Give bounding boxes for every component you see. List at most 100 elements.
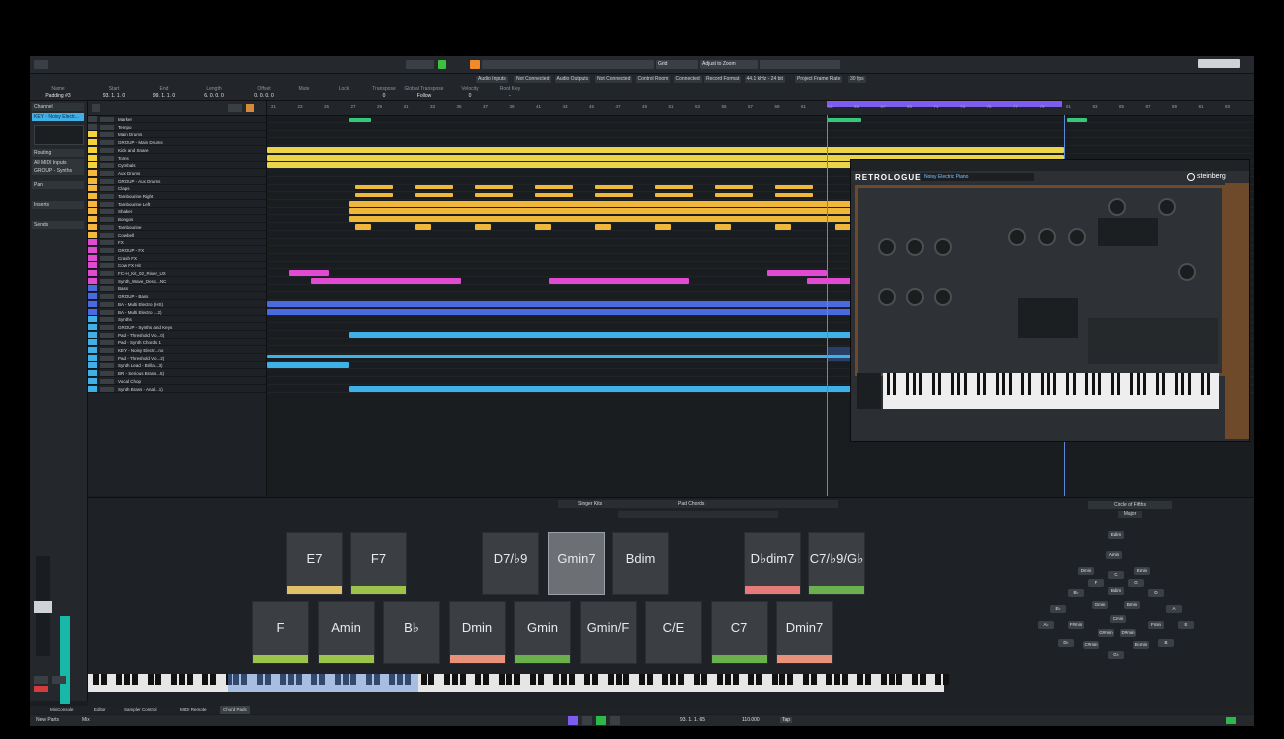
track-header[interactable]: Pad - Threshold Vo...0) [88,331,266,339]
event[interactable] [355,193,393,197]
io-status-button[interactable]: Audio Outputs [554,76,591,83]
track-header[interactable]: Pad - Threshold Vo...2) [88,354,266,362]
black-key[interactable] [623,674,630,685]
black-key[interactable] [1098,373,1102,395]
circle-chord-node[interactable]: Edim [1108,531,1124,539]
mute-solo-buttons[interactable] [100,332,114,338]
circle-chord-node[interactable]: Emin [1134,567,1150,575]
track-header[interactable]: GROUP - FX [88,246,266,254]
black-key[interactable] [912,373,916,395]
info-field[interactable]: Root Key - [488,86,532,100]
black-key[interactable] [584,674,591,685]
info-field[interactable]: Lock [322,86,366,93]
black-key[interactable] [498,674,505,685]
chord-pad[interactable]: Dmin7 [776,601,833,664]
mute-solo-buttons[interactable] [100,132,114,138]
lower-zone-tab[interactable]: MixConsole [50,706,74,714]
black-key[interactable] [1136,373,1140,395]
tap-tempo-button[interactable]: Tap [780,717,793,723]
event[interactable] [535,185,573,190]
black-key[interactable] [615,674,622,685]
circle-chord-node[interactable]: F#min [1068,621,1084,629]
circle-chord-node[interactable]: D♭ [1058,639,1074,647]
black-key[interactable] [1155,373,1159,395]
mute-solo-buttons[interactable] [100,278,114,284]
event[interactable] [595,193,633,197]
circle-chord-node[interactable]: F [1088,579,1104,587]
inspector-section-0[interactable]: Routing [32,149,84,157]
black-key[interactable] [931,373,935,395]
circle-chord-node[interactable]: Gmin [1092,601,1108,609]
black-key[interactable] [810,674,817,685]
io-status-button[interactable]: 30 fps [848,76,866,83]
lower-zone-tab[interactable]: Editor [94,706,106,714]
inspector-section-5[interactable]: Sends [32,221,84,229]
chord-pad[interactable]: C/E [645,601,702,664]
event[interactable] [715,223,731,230]
black-key[interactable] [802,674,809,685]
event[interactable] [267,146,1064,153]
lfo-knob[interactable] [1178,263,1196,281]
event[interactable] [355,223,371,230]
circle-title[interactable]: Circle of Fifths [1088,501,1172,509]
black-key[interactable] [943,674,950,685]
mute-solo-buttons[interactable] [100,140,114,146]
info-field[interactable]: Transpose 0 [362,86,406,100]
event[interactable] [355,185,393,190]
chord-pad[interactable]: F7 [350,532,407,595]
black-key[interactable] [459,674,466,685]
mute-solo-buttons[interactable] [100,147,114,153]
inspector-section-4[interactable]: Inserts [32,201,84,209]
volume-fader[interactable] [34,601,52,613]
io-status-button[interactable]: Record Format [704,76,742,83]
mute-solo-buttons[interactable] [100,155,114,161]
chord-pad[interactable]: Amin [317,601,375,664]
circle-chord-node[interactable]: G♭ [1108,651,1124,659]
mute-solo-buttons[interactable] [100,317,114,323]
black-key[interactable] [865,674,872,685]
mute-solo-buttons[interactable] [100,201,114,207]
mute-solo-buttons[interactable] [100,309,114,315]
cycle-range[interactable] [827,101,1062,107]
io-status-button[interactable]: Project Frame Rate [795,76,843,83]
event[interactable] [475,185,513,190]
black-key[interactable] [1207,373,1210,395]
black-key[interactable] [912,674,918,685]
mute-solo-buttons[interactable] [100,324,114,330]
black-key[interactable] [919,674,926,685]
quantize-preset-select[interactable] [760,60,840,69]
event[interactable] [775,193,813,197]
mute-solo-buttons[interactable] [100,240,114,246]
player-label[interactable]: Singer Kits [578,501,602,507]
black-key[interactable] [896,674,903,685]
black-key[interactable] [93,674,99,685]
inspector-section-1[interactable]: All MIDI Inputs [32,159,84,167]
circle-mode[interactable]: Major [1118,511,1142,518]
black-key[interactable] [724,674,731,685]
chord-pads-controls[interactable] [618,511,778,518]
master-knob[interactable] [1108,198,1126,216]
black-key[interactable] [1187,373,1191,395]
event[interactable] [549,277,689,284]
black-key[interactable] [553,674,560,685]
black-key[interactable] [639,674,645,685]
black-key[interactable] [919,373,922,395]
track-header[interactable]: FC-H_Kit_02_Riser_UX [88,270,266,277]
chord-pad[interactable]: D♭dim7 [744,532,801,595]
black-key[interactable] [1047,373,1050,395]
circle-chord-node[interactable]: D [1148,589,1164,597]
black-key[interactable] [732,674,739,685]
black-key[interactable] [1111,373,1114,395]
black-key[interactable] [1117,373,1121,395]
black-key[interactable] [132,674,138,685]
event[interactable] [289,270,329,276]
black-key[interactable] [116,674,123,685]
mute-solo-buttons[interactable] [100,170,114,176]
black-key[interactable] [756,674,762,685]
black-key[interactable] [1085,373,1089,395]
io-status-button[interactable]: Not Connected [514,76,552,83]
circle-chord-node[interactable]: C#min [1083,641,1099,649]
black-key[interactable] [202,674,209,685]
circle-chord-node[interactable]: Bdim [1108,587,1124,595]
black-key[interactable] [976,373,980,395]
